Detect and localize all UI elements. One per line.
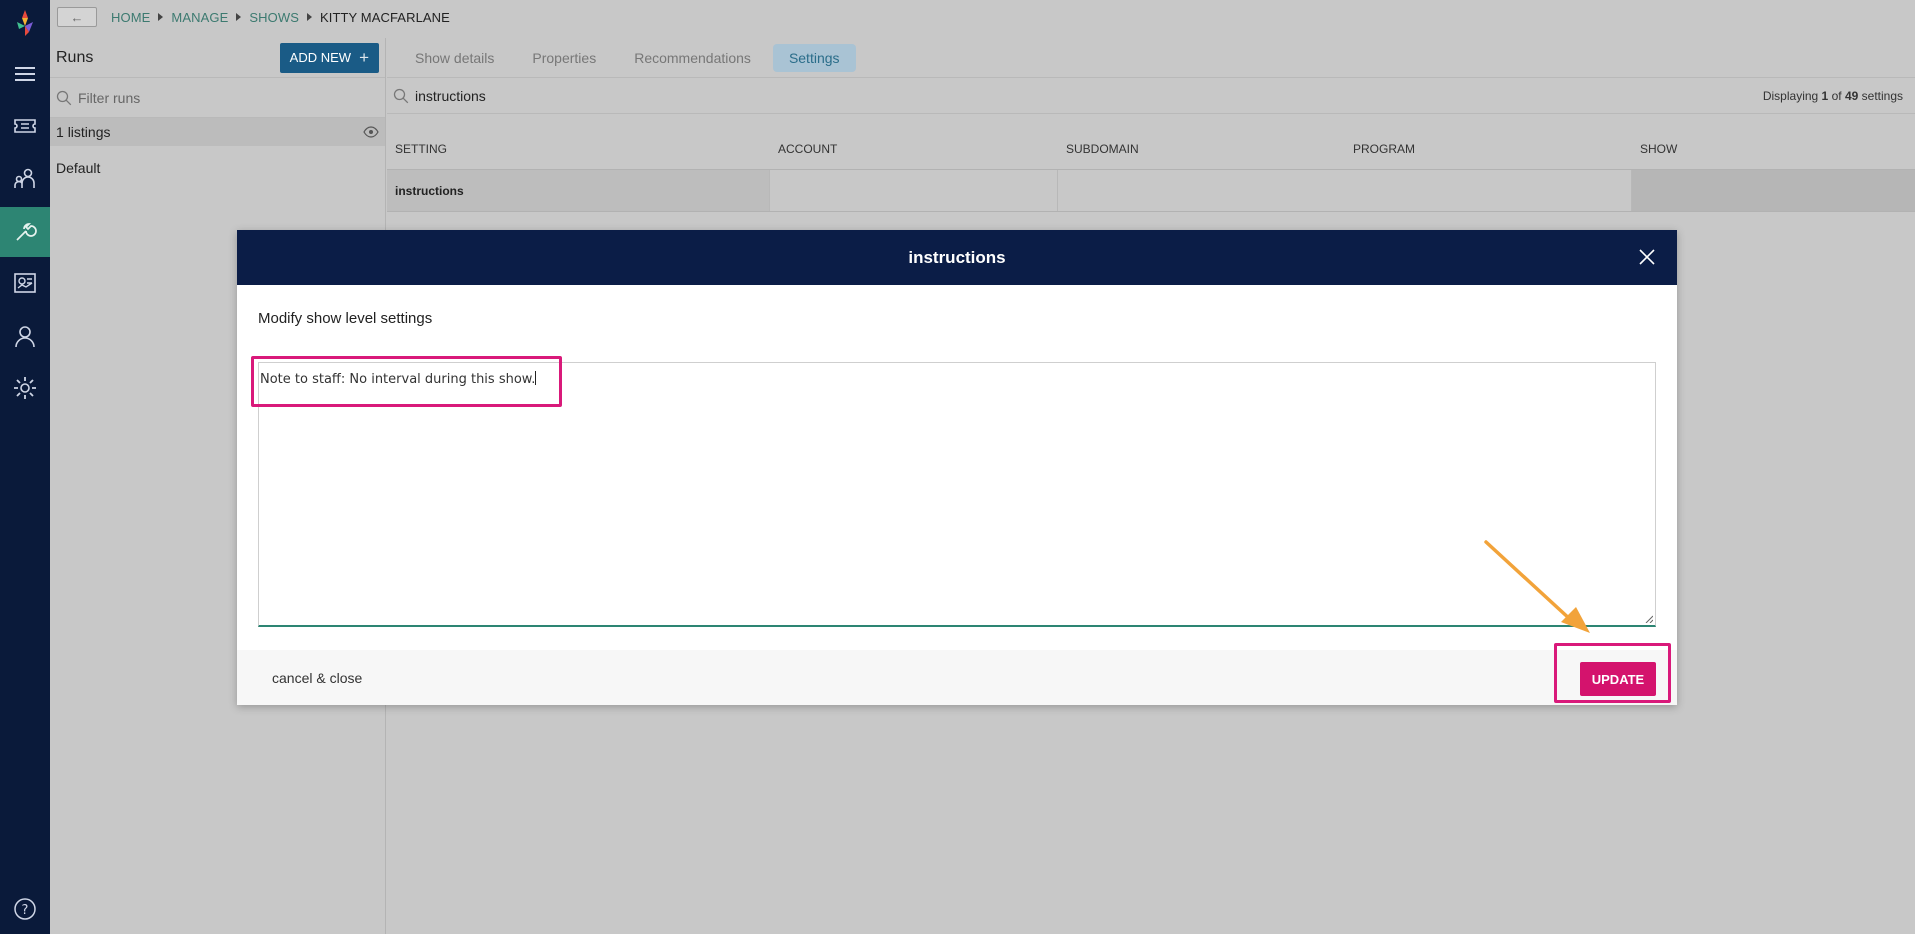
breadcrumb-home[interactable]: HOME (111, 10, 150, 25)
back-arrow-icon: ← (70, 9, 84, 25)
menu-icon[interactable] (0, 50, 50, 98)
column-program[interactable]: PROGRAM (1345, 142, 1632, 156)
search-icon (56, 90, 72, 105)
nav-rail: ? (0, 0, 50, 934)
breadcrumb-shows[interactable]: SHOWS (249, 10, 299, 25)
display-suffix: settings (1861, 88, 1903, 103)
cell-account[interactable] (770, 170, 1058, 211)
display-of: of (1831, 88, 1842, 103)
runs-title: Runs (56, 48, 94, 66)
filter-runs-input[interactable]: Filter runs (50, 78, 385, 118)
filter-runs-placeholder: Filter runs (78, 89, 141, 106)
add-new-button[interactable]: ADD NEW + (279, 42, 379, 73)
listings-count: 1 (56, 124, 64, 140)
breadcrumb-current: KITTY MACFARLANE (319, 9, 450, 25)
cell-show[interactable] (1632, 170, 1915, 211)
tools-icon[interactable] (0, 207, 50, 257)
tab-show-details[interactable]: Show details (399, 44, 510, 72)
tab-properties[interactable]: Properties (516, 44, 612, 72)
table-header: SETTING ACCOUNT SUBDOMAIN PROGRAM SHOW (387, 128, 1915, 170)
column-subdomain[interactable]: SUBDOMAIN (1058, 142, 1345, 156)
column-setting[interactable]: SETTING (387, 142, 770, 156)
run-default[interactable]: Default (50, 160, 385, 176)
breadcrumb-manage[interactable]: MANAGE (171, 10, 228, 25)
breadcrumb: HOME MANAGE SHOWS KITTY MACFARLANE (111, 10, 450, 25)
display-prefix: Displaying (1762, 88, 1819, 103)
cell-setting: instructions (387, 170, 770, 211)
eye-icon[interactable] (363, 126, 379, 138)
display-current: 1 (1821, 88, 1829, 103)
chevron-right-icon (158, 13, 164, 21)
modal-header: instructions (237, 230, 1677, 285)
listings-row[interactable]: 1 listings (50, 118, 385, 146)
column-show[interactable]: SHOW (1632, 142, 1832, 156)
search-value: instructions (415, 87, 486, 104)
user-icon[interactable] (0, 312, 50, 360)
listings-summary: 1 listings (56, 124, 110, 140)
table-row[interactable]: instructions (387, 170, 1915, 212)
chevron-right-icon (236, 13, 242, 21)
modal-title: instructions (908, 247, 1006, 267)
add-new-label: ADD NEW (289, 50, 352, 65)
svg-text:?: ? (22, 903, 29, 918)
runs-header: Runs ADD NEW + (50, 38, 385, 78)
breadcrumb-bar: ← HOME MANAGE SHOWS KITTY MACFARLANE (50, 0, 1915, 34)
tabs: Show details Properties Recommendations … (387, 38, 1915, 78)
resize-grip-icon[interactable] (1645, 615, 1653, 623)
settings-icon[interactable] (0, 364, 50, 412)
settings-search-input[interactable]: instructions Displaying 1 of 49 settings (387, 78, 1915, 114)
close-icon[interactable] (1635, 245, 1659, 269)
settings-modal: instructions Modify show level settings … (237, 230, 1677, 705)
reports-icon[interactable] (0, 259, 50, 307)
tab-recommendations[interactable]: Recommendations (618, 44, 767, 72)
textarea-highlight-box (251, 356, 562, 407)
display-count: Displaying 1 of 49 settings (1763, 89, 1903, 103)
cancel-close-button[interactable]: cancel & close (272, 670, 362, 686)
tab-settings[interactable]: Settings (772, 43, 856, 72)
tickets-icon[interactable] (0, 102, 50, 150)
column-account[interactable]: ACCOUNT (770, 142, 1058, 156)
modal-subtitle: Modify show level settings (258, 310, 433, 327)
back-button[interactable]: ← (57, 7, 97, 27)
logo-icon[interactable] (13, 10, 37, 36)
modal-footer: cancel & close UPDATE (237, 650, 1677, 705)
audience-icon[interactable] (0, 155, 50, 203)
plus-icon: + (359, 47, 369, 67)
display-total: 49 (1844, 88, 1859, 103)
help-icon[interactable]: ? (0, 885, 50, 933)
chevron-right-icon (306, 13, 312, 21)
search-icon (393, 88, 409, 103)
listings-label: listings (67, 124, 111, 140)
update-highlight-box (1554, 643, 1671, 703)
cell-subdomain-program[interactable] (1058, 170, 1632, 211)
